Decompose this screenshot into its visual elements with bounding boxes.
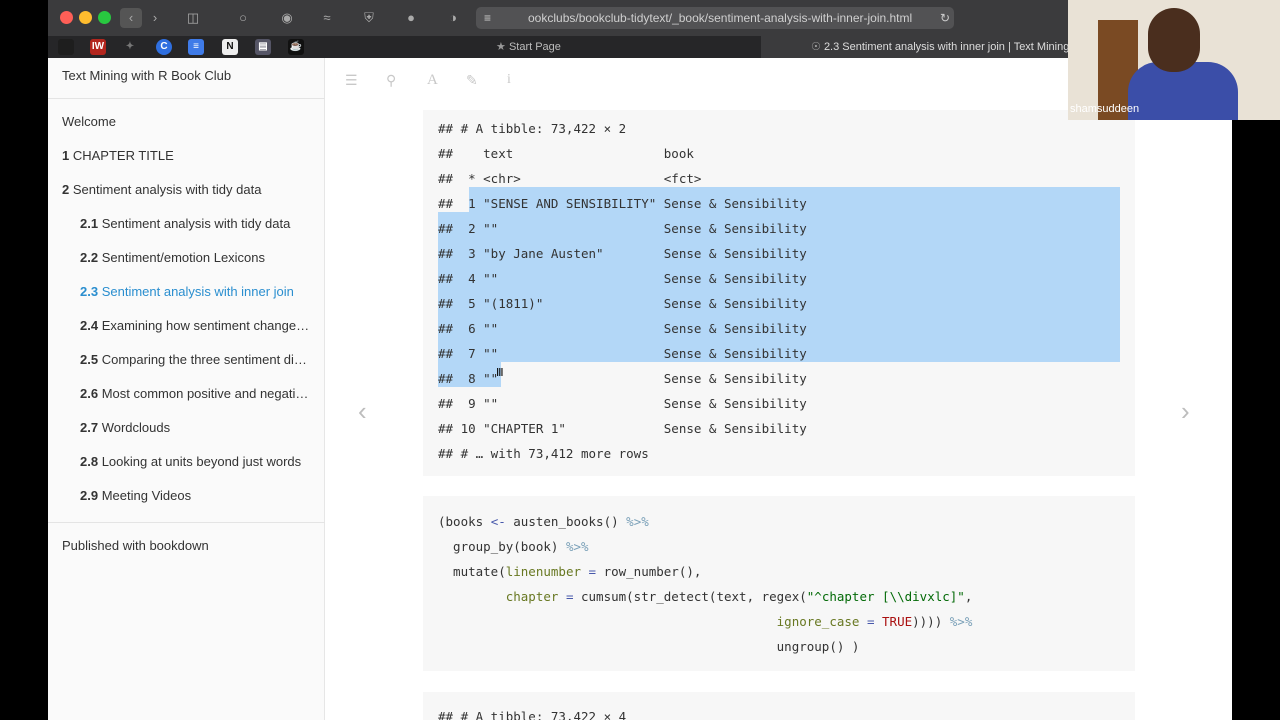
book-sidebar: Text Mining with R Book Club Welcome 1 C… [48,58,325,720]
output-line: ## # A tibble: 73,422 × 2 [438,121,627,136]
tab-start-page[interactable]: ★ Start Page [496,36,736,58]
sidebar-item-2-2[interactable]: 2.2 Sentiment/emotion Lexicons [80,250,312,265]
book-title[interactable]: Text Mining with R Book Club [62,68,231,83]
search-icon[interactable]: ⚲ [386,72,396,89]
info-icon[interactable]: i [507,72,511,88]
forward-button[interactable]: › [144,8,166,28]
sidebar-item-chapter-1[interactable]: 1 CHAPTER TITLE [62,148,312,163]
output-line: ## 6 "" Sense & Sensibility [438,321,807,336]
output-line: ## text book [438,146,694,161]
text-cursor-icon: Ⅲ [496,366,504,379]
minimize-window-button[interactable] [79,11,92,24]
sidebar-item-2-6[interactable]: 2.6 Most common positive and negative wo… [80,386,312,401]
output-line: ## # A tibble: 73,422 × 4 [438,709,627,720]
sidebar-item-2-4[interactable]: 2.4 Examining how sentiment changes acro… [80,318,312,333]
webcam-person-head [1148,8,1200,72]
output-line: ## 8 "" Sense & Sensibility [438,371,807,386]
output-line: ## 10 "CHAPTER 1" Sense & Sensibility [438,421,807,436]
toggle-icon[interactable]: ◑ [440,8,466,28]
bookmark-n[interactable]: N [222,39,238,55]
sidebar-toggle-icon[interactable]: ◫ [180,8,206,28]
toc-toggle-icon[interactable]: ☰ [345,72,358,89]
tab-label: 2.3 Sentiment analysis with inner join |… [823,41,1070,53]
reload-icon[interactable]: ↻ [935,7,950,29]
bookmark-iw[interactable]: IW [90,39,106,55]
sidebar-item-welcome[interactable]: Welcome [62,114,312,129]
output-line: ## 3 "by Jane Austen" Sense & Sensibilit… [438,246,807,261]
bookmark-bird-icon[interactable]: ✦ [122,39,138,55]
sidebar-item-2-5[interactable]: 2.5 Comparing the three sentiment dictio… [80,352,312,367]
code-line: ungroup() ) [438,639,860,654]
tab-bar: IW ✦ C ≡ N ▤ ☕ ★ Start Page ☉ 2.3 Sentim… [48,36,1232,58]
shield-icon[interactable]: ⛨ [356,8,382,28]
sidebar-item-2-8[interactable]: 2.8 Looking at units beyond just words [80,454,312,469]
title-bar: ‹ › ◫ ○ ◉ ≈ ⛨ ● ◑ ≡ ookclubs/bookclub-ti… [48,0,1232,36]
output-line: ## # … with 73,412 more rows [438,446,649,461]
back-button[interactable]: ‹ [120,8,142,28]
output-line: ## 1 "SENSE AND SENSIBILITY" Sense & Sen… [438,196,807,211]
address-bar[interactable]: ≡ ookclubs/bookclub-tidytext/_book/senti… [476,7,954,29]
output-line: ## * <chr> <fct> [438,171,702,186]
output-line: ## 4 "" Sense & Sensibility [438,271,807,286]
code-line: chapter = cumsum(str_detect(text, regex(… [438,589,973,604]
bookmark-cup-icon[interactable]: ☕ [288,39,304,55]
sidebar-item-2-1[interactable]: 2.1 Sentiment analysis with tidy data [80,216,312,231]
compass-icon: ☉ [811,41,821,53]
output-line: ## 2 "" Sense & Sensibility [438,221,807,236]
previous-page-icon[interactable]: ‹ [358,396,367,427]
maximize-window-button[interactable] [98,11,111,24]
tab-label: Start Page [508,41,561,53]
font-settings-icon[interactable]: A [427,72,438,89]
published-with-bookdown-link[interactable]: Published with bookdown [62,538,312,553]
reader-icon[interactable]: ≡ [484,7,491,29]
code-line: group_by(book) %>% [438,539,589,554]
close-window-button[interactable] [60,11,73,24]
bookmark-reader-icon[interactable]: ▤ [255,39,271,55]
code-line: ignore_case = TRUE)))) %>% [438,614,973,629]
divider [48,522,325,523]
output-line: ## 9 "" Sense & Sensibility [438,396,807,411]
bookmark-blank-icon[interactable] [58,39,74,55]
google-docs-icon[interactable]: ≡ [188,39,204,55]
edit-icon[interactable]: ✎ [466,72,478,89]
bookmark-c[interactable]: C [156,39,172,55]
url-text: ookclubs/bookclub-tidytext/_book/sentime… [528,11,913,25]
webcam-participant-name: shamsuddeen [1070,103,1140,115]
code-line: (books <- austen_books() %>% [438,514,649,529]
output-block: ## # A tibble: 73,422 × 2 ## text book #… [423,110,1135,476]
star-icon: ★ [496,41,506,53]
divider [48,98,325,99]
browser-window: ‹ › ◫ ○ ◉ ≈ ⛨ ● ◑ ≡ ookclubs/bookclub-ti… [48,0,1232,720]
output-line: ## 5 "(1811)" Sense & Sensibility [438,296,807,311]
sidebar-item-2-7[interactable]: 2.7 Wordclouds [80,420,312,435]
eye-icon[interactable]: ◉ [274,8,300,28]
output-block: ## # A tibble: 73,422 × 4 [423,692,1135,720]
output-line: ## 7 "" Sense & Sensibility [438,346,807,361]
webcam-overlay: shamsuddeen [1068,0,1280,120]
code-line: mutate(linenumber = row_number(), [438,564,702,579]
sidebar-item-chapter-2[interactable]: 2 Sentiment analysis with tidy data [62,182,312,197]
grammarly-icon[interactable]: ● [398,8,424,28]
circle-icon[interactable]: ○ [230,8,256,28]
code-block[interactable]: (books <- austen_books() %>% group_by(bo… [423,496,1135,671]
next-page-icon[interactable]: › [1181,396,1190,427]
sidebar-item-2-9[interactable]: 2.9 Meeting Videos [80,488,312,503]
rss-icon[interactable]: ≈ [314,8,340,28]
sidebar-item-2-3[interactable]: 2.3 Sentiment analysis with inner join [80,284,312,299]
